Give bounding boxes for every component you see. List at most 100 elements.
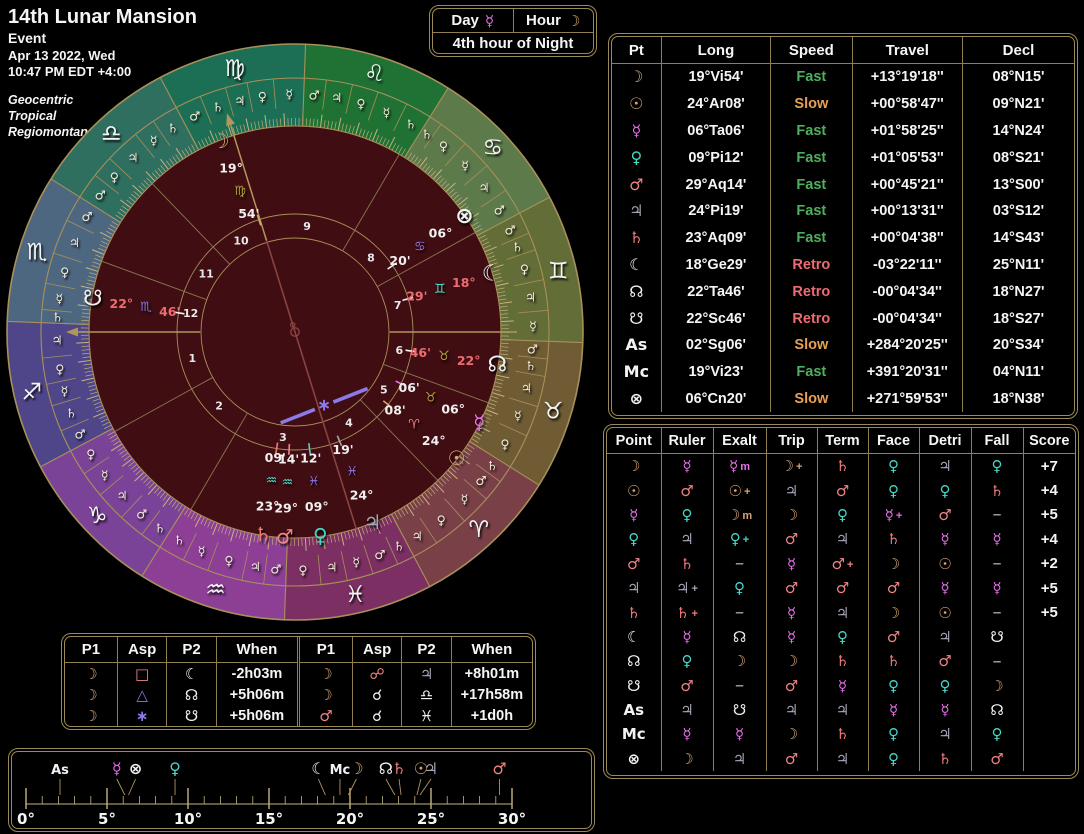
jupiter-icon: ♃ [938, 628, 951, 646]
term-jupiter-icon: ♃ [331, 90, 342, 105]
venus-icon: ♀ [888, 677, 899, 695]
jupiter-icon: ♃ [420, 665, 433, 683]
dignity-cell: ♃ [817, 527, 868, 551]
term-jupiter-icon: ♃ [116, 488, 127, 503]
mercury-icon: ☿ [838, 677, 847, 695]
column-header: Long [661, 37, 770, 64]
speed-badge: Fast [796, 123, 826, 139]
sign-virgo-icon: ♍ [224, 56, 245, 82]
declination-cell: 14°S43' [962, 225, 1074, 252]
dignity-cell: ☽ [868, 600, 919, 624]
p2-cell: ♓ [402, 705, 451, 726]
speed-cell: Retro [771, 305, 852, 332]
dignity-cell: ♄ [868, 649, 919, 673]
venus-icon: ♀ [682, 506, 693, 524]
term-venus-icon: ♀ [86, 447, 95, 462]
speed-cell: Retro [771, 278, 852, 305]
speed-cell: Fast [771, 118, 852, 145]
asc-icon: As [51, 763, 69, 778]
nnode-icon: ☊ [733, 628, 746, 646]
positions-row: As02°Sg06'Slow+284°20'25''20°S34' [612, 332, 1074, 359]
term-mars-icon: ♂ [95, 188, 106, 203]
positions-row: ☋22°Sc46'Retro-00°04'34''18°S27' [612, 305, 1074, 332]
aspect-row: ☽□☾-2h03m [65, 663, 297, 685]
aspect-row: ☽△☊+5h06m [65, 684, 297, 705]
dignity-cell: ♂ [817, 576, 868, 600]
saturn-icon: ♄ [887, 652, 900, 670]
jupiter-icon: ♃ [836, 530, 849, 548]
dash: – [993, 555, 1001, 572]
dignity-cell: ♂ [919, 649, 971, 673]
aspects-table: P1AspP2When☽☍♃+8h01m☽☌♎+17h58m♂☌♓+1d0h [300, 637, 532, 726]
saturn-icon: ♄ [836, 725, 849, 743]
score-cell: +4 [1023, 527, 1075, 551]
dignities-row: ♀♃♀+♂♃♄☿☿+4 [607, 527, 1075, 551]
speed-cell: Fast [771, 144, 852, 171]
point-cell: ♀ [607, 527, 661, 551]
column-header: Speed [771, 37, 852, 64]
mars-icon: ♂ [785, 750, 798, 768]
venus-icon: ♀ [628, 530, 639, 548]
travel-cell: +271°59'53'' [852, 386, 962, 413]
longitude-cell: 22°Ta46' [661, 278, 770, 305]
dignity-suffix: + [692, 608, 698, 620]
mars-icon: ♂ [938, 506, 951, 524]
planet-degree-label: 22° [110, 296, 134, 311]
sextile-icon: ∗ [317, 396, 331, 416]
score-cell [1023, 747, 1075, 771]
venus-icon: ♀ [940, 482, 951, 500]
term-venus-icon: ♀ [224, 553, 233, 568]
speed-badge: Retro [792, 257, 830, 273]
moon-icon: ☽ [887, 604, 900, 622]
column-header: Score [1023, 428, 1075, 454]
planet-minute-label: 12' [300, 451, 321, 466]
moon-icon: ☽ [319, 686, 332, 704]
venus-icon: ♀ [313, 523, 328, 547]
moon-icon: ☽ [680, 750, 693, 768]
aspects-table: P1AspP2When☽□☾-2h03m☽△☊+5h06m☽∗☋+5h06m [65, 637, 297, 726]
positions-table: PtLongSpeedTravelDecl☽19°Vi54'Fast+13°19… [612, 37, 1074, 412]
term-mars-icon: ♂ [504, 222, 515, 237]
point-cell: As [612, 332, 661, 359]
point-cell: Mc [612, 359, 661, 386]
speed-badge: Fast [796, 364, 826, 380]
dignity-suffix: + [743, 534, 749, 546]
jupiter-icon: ♃ [680, 701, 693, 719]
term-mercury-icon: ☿ [285, 87, 293, 102]
jupiter-icon: ♃ [836, 750, 849, 768]
saturn-icon: ♄ [676, 604, 689, 622]
planet-minute-label: 29' [406, 289, 427, 304]
term-saturn-icon: ♄ [174, 532, 185, 547]
svg-text:10°: 10° [174, 810, 202, 828]
dignity-cell: ♀ [817, 503, 868, 527]
dignity-cell: ♂ [868, 576, 919, 600]
planet-minute-label: 08' [385, 403, 406, 418]
dignity-cell: ☿ [661, 722, 713, 746]
p1-cell: ☽ [300, 663, 352, 685]
dignities-row: ☽☿☿m☽+♄♀♃♀+7 [607, 454, 1075, 479]
dignity-cell: ♀ [919, 674, 971, 698]
dignity-cell: – [971, 649, 1023, 673]
term-jupiter-icon: ♃ [412, 529, 423, 544]
term-venus-icon: ♀ [60, 265, 69, 280]
declination-cell: 20°S34' [962, 332, 1074, 359]
snode-icon: ☋ [627, 677, 640, 695]
dignity-cell: ♂ [661, 478, 713, 502]
point-cell: ☾ [612, 252, 661, 279]
jupiter-icon: ♃ [938, 725, 951, 743]
planet-sign-icon: ♒ [282, 475, 294, 490]
moon-icon: ☽ [785, 506, 798, 524]
column-header: Exalt [713, 428, 766, 454]
score-cell [1023, 722, 1075, 746]
dignity-cell: ☽ [713, 649, 766, 673]
dignity-suffix: + [692, 583, 698, 595]
declination-cell: 03°S12' [962, 198, 1074, 225]
planet-sign-icon: ♒ [266, 474, 278, 489]
dignity-cell: ♀ [868, 722, 919, 746]
score-cell: +5 [1023, 503, 1075, 527]
dignity-cell: ☿ [971, 576, 1023, 600]
dignity-cell: ♀ [868, 478, 919, 502]
positions-row: ☉24°Ar08'Slow+00°58'47''09°N21' [612, 91, 1074, 118]
sign-leo-icon: ♌ [364, 61, 385, 87]
p2-cell: ☾ [167, 663, 216, 685]
